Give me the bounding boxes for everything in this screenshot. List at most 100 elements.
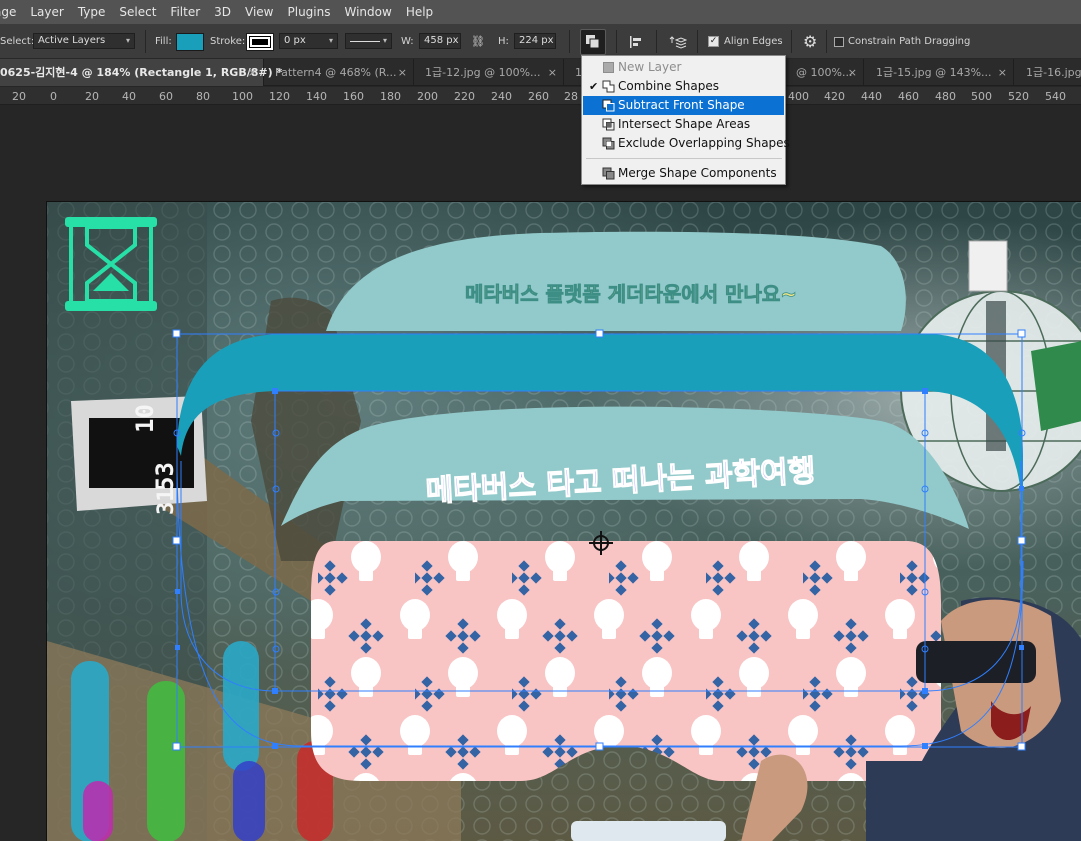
ruler-tick: 260 bbox=[528, 90, 549, 103]
chevron-down-icon: ▾ bbox=[382, 36, 387, 45]
menu-item-exclude-overlapping-shapes[interactable]: Exclude Overlapping Shapes bbox=[583, 134, 790, 153]
menu-layer[interactable]: Layer bbox=[23, 0, 70, 24]
photoshop-window: age Layer Type Select Filter 3D View Plu… bbox=[0, 0, 1081, 841]
ruler-tick: 180 bbox=[380, 90, 401, 103]
subtract-front-shape-icon bbox=[602, 99, 615, 112]
checkmark-icon: ✓ bbox=[708, 36, 719, 47]
ruler-tick: 420 bbox=[824, 90, 845, 103]
divider bbox=[697, 30, 698, 53]
horizontal-ruler[interactable]: 20 0 20 40 60 80 100 120 140 160 180 200… bbox=[0, 87, 1081, 105]
arrange-layers-icon bbox=[669, 35, 687, 49]
height-value: 224 px bbox=[519, 35, 554, 46]
tab-label: 1급-12.jpg @ 100%... bbox=[425, 66, 541, 79]
ruler-tick: 200 bbox=[417, 90, 438, 103]
tab-partial[interactable]: 1 bbox=[564, 59, 582, 86]
ruler-tick: 220 bbox=[454, 90, 475, 103]
menu-item-label: Subtract Front Shape bbox=[618, 98, 745, 112]
link-dimensions-icon[interactable]: ⛓ bbox=[471, 24, 485, 59]
stroke-type-dropdown[interactable]: ▾ bbox=[345, 33, 392, 49]
ruler-tick: 80 bbox=[196, 90, 210, 103]
menu-plugins[interactable]: Plugins bbox=[281, 0, 338, 24]
menu-item-label: Combine Shapes bbox=[618, 79, 719, 93]
tab-label: 0625-김지현-4 @ 184% (Rectangle 1, RGB/8#) … bbox=[0, 66, 283, 79]
divider bbox=[569, 30, 570, 53]
menu-item-label: New Layer bbox=[618, 60, 682, 74]
tab-label: 1급-16.jpg bbox=[1026, 66, 1081, 79]
close-icon[interactable]: × bbox=[398, 59, 407, 86]
close-icon[interactable]: × bbox=[548, 59, 557, 86]
ruler-tick: 140 bbox=[306, 90, 327, 103]
path-operations-button[interactable] bbox=[580, 29, 606, 55]
fill-color bbox=[177, 34, 203, 50]
ruler-tick: 460 bbox=[898, 90, 919, 103]
menu-view[interactable]: View bbox=[238, 0, 280, 24]
select-layers-dropdown[interactable]: Active Layers ▾ bbox=[33, 33, 135, 49]
menu-item-merge-shape-components[interactable]: Merge Shape Components bbox=[583, 164, 784, 183]
close-icon[interactable]: × bbox=[848, 59, 857, 86]
tab-1geup-16[interactable]: 1급-16.jpg bbox=[1014, 59, 1081, 86]
menu-item-intersect-shape-areas[interactable]: Intersect Shape Areas bbox=[583, 115, 784, 134]
new-layer-icon bbox=[603, 62, 614, 73]
path-arrangement-button[interactable] bbox=[667, 24, 689, 59]
height-field[interactable]: 224 px bbox=[514, 33, 556, 49]
menu-select[interactable]: Select bbox=[112, 0, 163, 24]
menu-item-subtract-front-shape[interactable]: Subtract Front Shape bbox=[583, 96, 784, 115]
constrain-path-label: Constrain Path Dragging bbox=[848, 36, 971, 47]
align-edges-checkbox[interactable]: ✓ bbox=[708, 24, 720, 59]
align-edges-label: Align Edges bbox=[724, 36, 783, 47]
top-banner-text: 메타버스 플랫폼 게더타운에서 만나요~ bbox=[465, 282, 797, 306]
tab-label: Pattern4 @ 468% (R... bbox=[275, 66, 397, 79]
document-canvas[interactable]: 10 53 31 메타버스 플랫폼 게더타운에서 만나요~ 메타버스 타고 떠나… bbox=[46, 201, 1081, 841]
menu-item-label: Intersect Shape Areas bbox=[618, 117, 751, 131]
ruler-tick: 60 bbox=[159, 90, 173, 103]
constrain-path-checkbox[interactable] bbox=[834, 24, 846, 59]
ruler-tick: 28 bbox=[564, 90, 578, 103]
tab-label: 1급-15.jpg @ 143%... bbox=[876, 66, 992, 79]
path-alignment-button[interactable] bbox=[627, 24, 645, 59]
width-field[interactable]: 458 px bbox=[419, 33, 461, 49]
tab-1geup-12[interactable]: 1급-12.jpg @ 100%... × bbox=[414, 59, 564, 86]
menu-item-label: Merge Shape Components bbox=[618, 166, 777, 180]
menu-filter[interactable]: Filter bbox=[163, 0, 207, 24]
checkbox-box bbox=[834, 36, 844, 47]
menu-separator bbox=[586, 158, 782, 159]
stroke-none-icon bbox=[249, 36, 271, 48]
stroke-swatch[interactable] bbox=[246, 33, 274, 51]
menu-type[interactable]: Type bbox=[71, 0, 113, 24]
divider bbox=[616, 30, 617, 53]
ruler-tick: 100 bbox=[232, 90, 253, 103]
select-layers-value: Active Layers bbox=[38, 35, 106, 46]
menu-window[interactable]: Window bbox=[337, 0, 398, 24]
stroke-label: Stroke: bbox=[210, 36, 246, 47]
chevron-down-icon: ▾ bbox=[125, 36, 130, 45]
tab-label: @ 100%... bbox=[796, 66, 853, 79]
artwork: 10 53 31 메타버스 플랫폼 게더타운에서 만나요~ 메타버스 타고 떠나… bbox=[47, 202, 1081, 841]
select-label: Select: bbox=[0, 36, 35, 47]
ruler-tick: 240 bbox=[491, 90, 512, 103]
menu-image[interactable]: age bbox=[0, 0, 23, 24]
menu-3d[interactable]: 3D bbox=[207, 0, 238, 24]
options-bar: Select: Active Layers ▾ Fill: Stroke: 0 … bbox=[0, 24, 1081, 59]
ruler-tick: 0 bbox=[50, 90, 57, 103]
path-operations-menu: New Layer ✔ Combine Shapes Subtract Fron… bbox=[581, 55, 790, 185]
intersect-shapes-icon bbox=[602, 118, 615, 131]
ruler-tick: 40 bbox=[122, 90, 136, 103]
ruler-tick: 520 bbox=[1008, 90, 1029, 103]
menu-item-new-layer[interactable]: New Layer bbox=[583, 58, 784, 77]
menu-help[interactable]: Help bbox=[399, 0, 440, 24]
tab-partial-2[interactable]: @ 100%... × bbox=[786, 59, 864, 86]
close-icon[interactable]: × bbox=[998, 59, 1007, 86]
divider bbox=[826, 30, 827, 53]
menu-item-combine-shapes[interactable]: ✔ Combine Shapes bbox=[583, 77, 784, 96]
tab-document-active[interactable]: 0625-김지현-4 @ 184% (Rectangle 1, RGB/8#) … bbox=[0, 59, 282, 86]
height-label: H: bbox=[498, 36, 509, 47]
stroke-width-field[interactable]: 0 px ▾ bbox=[279, 33, 338, 49]
close-icon[interactable]: × bbox=[248, 59, 257, 86]
ruler-tick: 20 bbox=[85, 90, 99, 103]
tab-pattern4[interactable]: Pattern4 @ 468% (R... × bbox=[264, 59, 414, 86]
fill-swatch[interactable] bbox=[176, 33, 204, 51]
ruler-tick: 480 bbox=[935, 90, 956, 103]
gear-icon[interactable]: ⚙ bbox=[803, 24, 817, 59]
tab-1geup-15[interactable]: 1급-15.jpg @ 143%... × bbox=[864, 59, 1014, 86]
merge-shapes-icon bbox=[602, 167, 615, 180]
